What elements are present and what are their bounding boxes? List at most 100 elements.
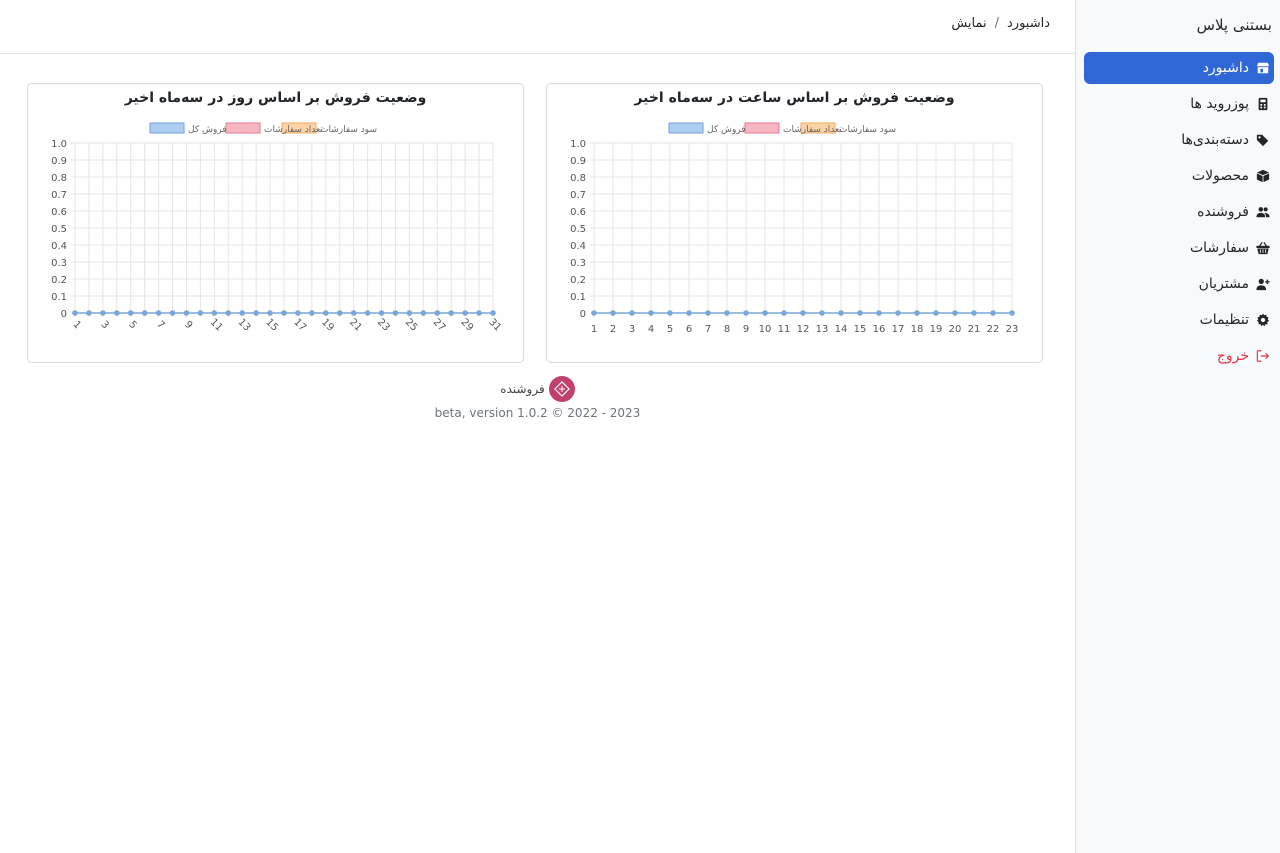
data-point[interactable] <box>295 310 301 316</box>
data-point[interactable] <box>667 310 673 316</box>
legend-swatch[interactable] <box>225 122 261 134</box>
legend-swatch[interactable] <box>149 122 185 134</box>
x-tick-label: 10 <box>759 324 772 335</box>
logout-icon <box>1255 348 1271 364</box>
data-point[interactable] <box>253 310 259 316</box>
data-point[interactable] <box>476 310 482 316</box>
data-point[interactable] <box>705 310 711 316</box>
sidebar-item-settings[interactable]: تنظیمات <box>1084 304 1274 336</box>
data-point[interactable] <box>914 310 920 316</box>
data-point[interactable] <box>876 310 882 316</box>
data-point[interactable] <box>392 310 399 316</box>
tags-icon <box>1255 132 1271 148</box>
x-tick-label: 8 <box>724 324 730 335</box>
x-tick-label: 22 <box>987 324 1000 335</box>
sidebar-item-orders[interactable]: سفارشات <box>1084 232 1274 264</box>
legend-label[interactable]: فروش کل <box>188 125 227 135</box>
basket-icon <box>1255 240 1271 256</box>
data-point[interactable] <box>420 310 427 316</box>
data-point[interactable] <box>629 310 635 316</box>
x-tick-label: 1 <box>71 319 83 331</box>
x-tick-label: 2 <box>610 324 616 335</box>
data-point[interactable] <box>971 310 977 316</box>
data-point[interactable] <box>762 310 768 316</box>
x-tick-label: 21 <box>347 317 364 334</box>
data-point[interactable] <box>141 310 148 316</box>
y-tick-label: 0.3 <box>570 258 586 269</box>
legend-label[interactable]: تعداد سفارشات <box>783 125 842 135</box>
data-point[interactable] <box>86 310 92 316</box>
data-point[interactable] <box>378 310 385 316</box>
data-point[interactable] <box>364 310 371 316</box>
data-point[interactable] <box>933 310 939 316</box>
data-point[interactable] <box>648 310 654 316</box>
x-tick-label: 29 <box>459 317 476 334</box>
footer-brand: فروشنده <box>0 376 1075 402</box>
data-point[interactable] <box>406 310 413 316</box>
x-tick-label: 31 <box>486 317 503 334</box>
sidebar-item-categories[interactable]: دسته‌بندی‌ها <box>1084 124 1274 156</box>
data-point[interactable] <box>225 310 232 316</box>
sidebar-item-label: مشتریان <box>1198 276 1249 292</box>
hourly-sales-chart: سود سفارشاتتعداد سفارشات فروش کل 0 0.1 0.2 0.… <box>570 122 1018 335</box>
x-tick-label: 25 <box>403 317 420 334</box>
data-point[interactable] <box>462 310 468 316</box>
sidebar-item-sellers[interactable]: فروشنده <box>1084 196 1274 228</box>
data-point[interactable] <box>490 310 496 316</box>
data-point[interactable] <box>114 310 120 316</box>
legend-label[interactable]: سود سفارشات <box>320 125 377 135</box>
data-point[interactable] <box>72 310 78 316</box>
data-point[interactable] <box>350 310 357 316</box>
data-point[interactable] <box>952 310 958 316</box>
data-point[interactable] <box>781 310 787 316</box>
data-point[interactable] <box>610 310 616 316</box>
data-point[interactable] <box>857 310 863 316</box>
data-point[interactable] <box>197 310 204 316</box>
data-point[interactable] <box>434 310 441 316</box>
x-tick-label: 18 <box>911 324 924 335</box>
data-point[interactable] <box>448 310 455 316</box>
sidebar-item-pos-devices[interactable]: پوزروید ها <box>1084 88 1274 120</box>
data-point[interactable] <box>169 310 176 316</box>
data-point[interactable] <box>281 310 287 316</box>
legend-label[interactable]: تعداد سفارشات <box>264 125 323 135</box>
data-point[interactable] <box>127 310 134 316</box>
data-point[interactable] <box>309 310 315 316</box>
x-tick-label: 12 <box>797 324 810 335</box>
x-tick-label: 14 <box>835 324 848 335</box>
x-tick-label: 9 <box>743 324 749 335</box>
y-tick-label: 0.4 <box>51 241 67 252</box>
legend-swatch[interactable] <box>668 122 704 134</box>
sidebar-item-dashboard[interactable]: داشبورد <box>1084 52 1274 84</box>
gear-icon <box>1255 312 1271 328</box>
data-point[interactable] <box>819 310 825 316</box>
sidebar-item-products[interactable]: محصولات <box>1084 160 1274 192</box>
data-point[interactable] <box>239 310 245 316</box>
data-point[interactable] <box>211 310 218 316</box>
breadcrumb-home[interactable]: داشبورد <box>1007 16 1050 31</box>
data-point[interactable] <box>183 310 190 316</box>
legend-swatch[interactable] <box>744 122 780 134</box>
data-point[interactable] <box>724 310 730 316</box>
data-point[interactable] <box>743 310 749 316</box>
data-point[interactable] <box>267 310 273 316</box>
data-point[interactable] <box>895 310 901 316</box>
data-point[interactable] <box>100 310 106 316</box>
data-point[interactable] <box>323 310 329 316</box>
y-tick-label: 0.1 <box>570 292 586 303</box>
data-point[interactable] <box>990 310 996 316</box>
x-tick-label: 11 <box>208 317 225 334</box>
data-point[interactable] <box>686 310 692 316</box>
data-point[interactable] <box>336 310 343 316</box>
sidebar-item-customers[interactable]: مشتریان <box>1084 268 1274 300</box>
data-point[interactable] <box>800 310 806 316</box>
footer-version: beta, version 1.0.2 © 2022 - 2023 <box>434 406 641 420</box>
legend-label[interactable]: سود سفارشات <box>839 125 896 135</box>
data-point[interactable] <box>591 310 597 316</box>
sidebar-item-logout[interactable]: خروج <box>1084 340 1274 372</box>
hourly-sales-card: وضعیت فروش بر اساس ساعت در سه‌ماه اخیر س… <box>546 83 1043 363</box>
legend-label[interactable]: فروش کل <box>707 125 746 135</box>
data-point[interactable] <box>1009 310 1015 316</box>
data-point[interactable] <box>838 310 844 316</box>
data-point[interactable] <box>155 310 162 316</box>
